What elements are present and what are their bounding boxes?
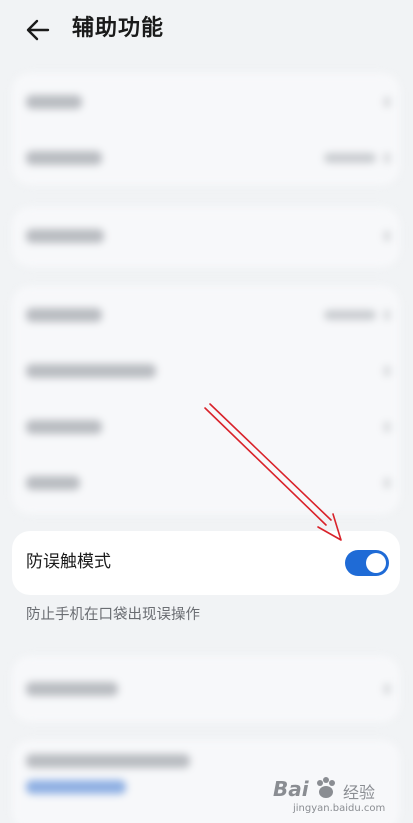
- blurred-settings-group: [12, 207, 400, 267]
- blurred-row[interactable]: [12, 342, 400, 398]
- palm-rejection-description: 防止手机在口袋出现误操作: [26, 607, 200, 623]
- watermark-suffix: 经验: [343, 783, 376, 802]
- page-title: 辅助功能: [72, 16, 165, 41]
- watermark-subtext: jingyan.baidu.com: [293, 803, 386, 814]
- watermark-brand: Bai: [273, 777, 309, 801]
- baidu-paw-icon: [317, 777, 335, 798]
- app-bar: 辅助功能: [0, 0, 413, 60]
- blurred-row[interactable]: [12, 129, 400, 185]
- palm-rejection-toggle[interactable]: [345, 550, 389, 576]
- blurred-settings-group: [12, 286, 400, 514]
- blurred-row[interactable]: [12, 398, 400, 454]
- baidu-watermark: Bai 经验 jingyan.baidu.com: [267, 775, 407, 819]
- blurred-row[interactable]: [12, 286, 400, 342]
- toggle-knob: [366, 553, 386, 573]
- blurred-row[interactable]: [12, 656, 400, 722]
- palm-rejection-card: 防误触模式: [12, 531, 400, 595]
- blurred-row[interactable]: [12, 73, 400, 129]
- blurred-row[interactable]: [12, 207, 400, 263]
- blurred-settings-group: [12, 73, 400, 185]
- palm-rejection-label: 防误触模式: [26, 552, 111, 572]
- back-button[interactable]: [22, 14, 54, 46]
- accessibility-settings-page: 辅助功能 防误触模式 防止手机在口袋出现误操作 Bai 经验 jingyan.b…: [0, 0, 413, 823]
- blurred-row[interactable]: [12, 454, 400, 510]
- arrow-left-icon: [26, 19, 50, 41]
- blurred-settings-group: [12, 656, 400, 722]
